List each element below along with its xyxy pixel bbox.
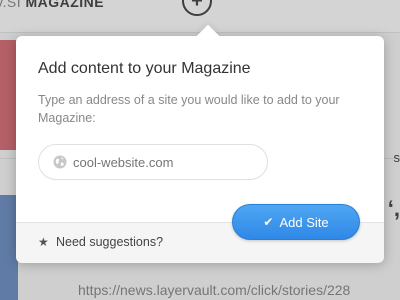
- need-suggestions-link[interactable]: Need suggestions?: [56, 235, 163, 249]
- site-url-input[interactable]: [73, 145, 258, 179]
- add-content-popover: Add content to your Magazine Type an add…: [16, 24, 384, 263]
- popover-title: Add content to your Magazine: [38, 60, 251, 77]
- site-url-field[interactable]: [38, 144, 268, 180]
- popover-description: Type an address of a site you would like…: [38, 93, 340, 125]
- check-icon: ✔: [263, 215, 274, 229]
- add-site-label: Add Site: [279, 214, 329, 230]
- star-icon: ★: [38, 235, 49, 249]
- add-site-button[interactable]: ✔ Add Site: [232, 204, 360, 240]
- globe-icon: [53, 155, 67, 169]
